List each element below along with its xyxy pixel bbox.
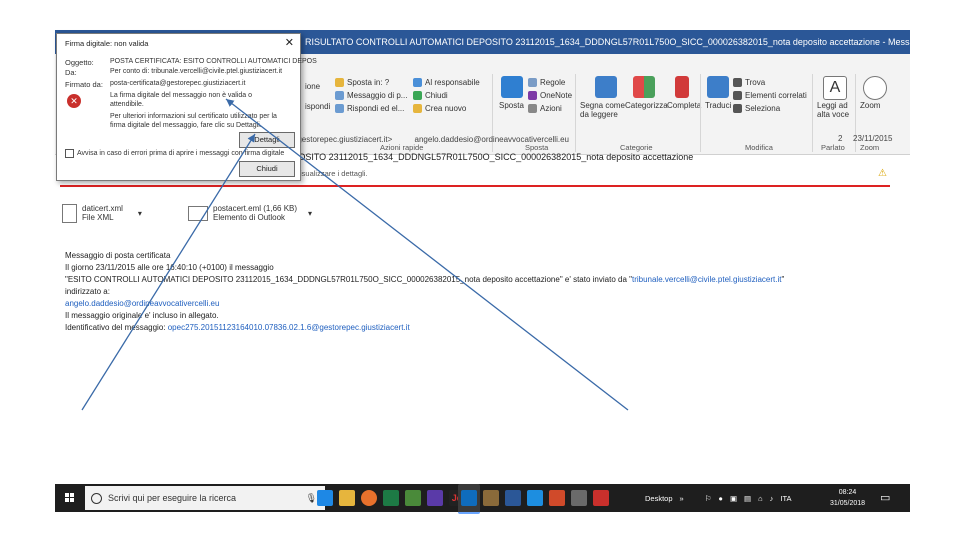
excel-icon[interactable] [383,490,399,506]
annotation-arrows [81,98,629,411]
onedrive-icon[interactable] [527,490,543,506]
search-icon [91,492,102,504]
search-placeholder: Scrivi qui per eseguire la ricerca [108,493,237,503]
language-indicator[interactable]: ITA [780,494,791,503]
people-icon[interactable]: ⚐ [705,494,712,503]
word-icon[interactable] [505,490,521,506]
edge-icon[interactable] [317,490,333,506]
clock-date: 31/05/2018 [830,500,866,507]
desktop-toolbar[interactable]: Desktop [645,494,673,503]
acrobat-icon[interactable] [593,490,609,506]
powerpoint-icon[interactable] [549,490,565,506]
chevron-icon[interactable]: » [680,494,684,503]
app-icon[interactable] [427,490,443,506]
taskbar-search[interactable]: Scrivi qui per eseguire la ricerca 🎙 [85,486,325,510]
app-icon[interactable] [405,490,421,506]
start-button[interactable] [55,484,85,512]
volume-icon[interactable]: ♪ [770,494,774,503]
file-explorer-icon[interactable] [339,490,355,506]
tray-icon[interactable]: ▣ [730,494,737,503]
app-icon[interactable] [571,490,587,506]
microphone-icon[interactable]: 🎙 [306,493,317,504]
tray-icon[interactable]: ▤ [744,494,751,503]
outlook-icon[interactable] [461,490,477,506]
firefox-icon[interactable] [361,490,377,506]
notifications-icon[interactable]: ▭ [880,491,890,504]
arrow-to-details [81,133,256,411]
windows-taskbar: Scrivi qui per eseguire la ricerca 🎙 Jd … [55,484,910,514]
network-icon[interactable]: ⌂ [758,494,763,503]
arrow-to-warning [225,98,629,411]
system-tray: Desktop » ⚐ ● ▣ ▤ ⌂ ♪ ITA [645,484,792,512]
clock-time: 08:24 [838,489,857,496]
tray-icon[interactable]: ● [718,494,723,503]
app-icon[interactable] [483,490,499,506]
clock[interactable]: 08:24 31/05/2018 [830,487,865,509]
